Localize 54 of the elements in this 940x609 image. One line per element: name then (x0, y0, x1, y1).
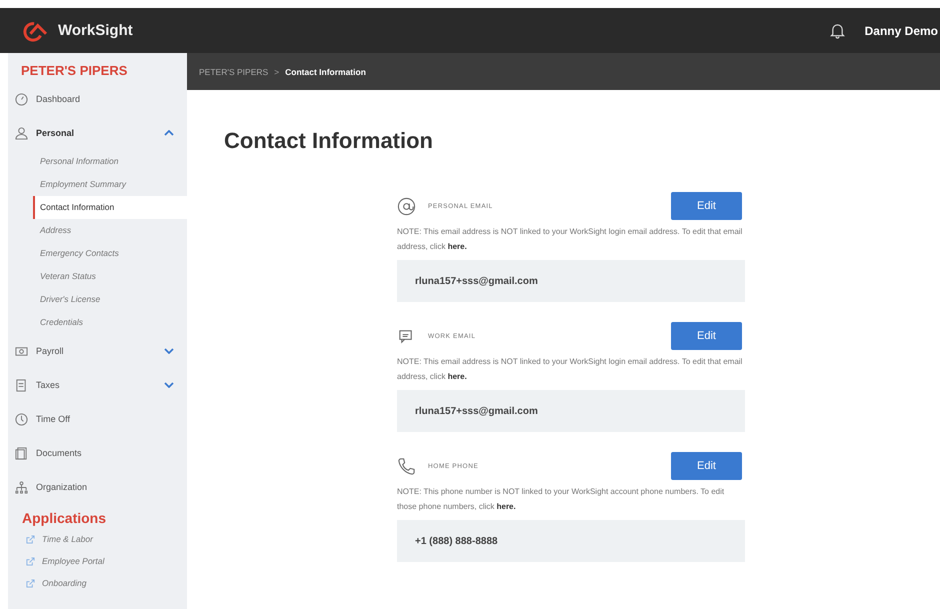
sidebar-subitem[interactable]: Contact Information (33, 196, 187, 219)
edit-button[interactable]: Edit (671, 322, 742, 350)
payroll-icon (15, 344, 28, 358)
external-link-icon (26, 556, 35, 566)
breadcrumb-separator: > (274, 66, 280, 76)
chevron-down-icon[interactable] (164, 382, 174, 388)
nav-item[interactable]: Dashboard (8, 82, 187, 116)
nav-item[interactable]: Documents (8, 436, 187, 470)
nav-item[interactable]: Time Off (8, 402, 187, 436)
page-title: Contact Information (224, 128, 434, 154)
clock-icon (15, 412, 28, 426)
company-name: PETER'S PIPERS (20, 63, 128, 80)
brand-name: WorkSight (58, 22, 133, 39)
dashboard-icon (15, 92, 28, 106)
at-sign-icon (397, 196, 416, 216)
application-link[interactable]: Time & Labor (42, 534, 93, 544)
nav-item[interactable]: Organization (8, 470, 187, 504)
here-link[interactable]: here. (448, 242, 467, 251)
sidebar-subitem[interactable]: Personal Information (8, 150, 187, 173)
sidebar-subitem[interactable]: Credentials (8, 311, 187, 334)
sidebar-subitem[interactable]: Driver's License (8, 288, 187, 311)
external-link-icon (26, 534, 35, 544)
here-link[interactable]: here. (496, 502, 516, 511)
section-heading: Applications (21, 509, 108, 528)
value-field: rluna157+sss@gmail.com (397, 260, 745, 302)
documents-icon (15, 446, 28, 460)
application-link[interactable]: Employee Portal (42, 556, 104, 566)
phone-icon (397, 456, 416, 476)
application-link[interactable]: Onboarding (42, 578, 86, 588)
nav-item[interactable]: Payroll (8, 334, 187, 368)
sidebar-subitem[interactable]: Employment Summary (8, 173, 187, 196)
note-text: NOTE: This phone number is NOT linked to your WorkSight account phone numbers. To edit those phone numbers, click here. (397, 486, 726, 513)
chevron-up-icon[interactable] (164, 130, 174, 136)
note-text: NOTE: This email address is NOT linked to your WorkSight login email address. To edit that email address, click here. (397, 356, 744, 383)
nav-item[interactable]: Personal (8, 116, 187, 150)
external-link-icon (26, 578, 35, 588)
edit-button[interactable]: Edit (671, 192, 742, 220)
user-name[interactable]: Danny Demo (864, 24, 938, 38)
breadcrumb-current: Contact Information (285, 66, 366, 76)
chevron-down-icon[interactable] (164, 348, 174, 354)
sidebar-subitem[interactable]: Emergency Contacts (8, 242, 187, 265)
breadcrumb-link[interactable]: PETER'S PIPERS (199, 66, 268, 76)
org-icon (15, 480, 28, 494)
sidebar-subitem[interactable]: Veteran Status (8, 265, 187, 288)
edit-button[interactable]: Edit (671, 452, 742, 480)
taxes-icon (15, 378, 28, 392)
note-text: NOTE: This email address is NOT linked to your WorkSight login email address. To edit that email address, click here. (397, 226, 744, 253)
value-field: rluna157+sss@gmail.com (397, 390, 745, 432)
bell-icon[interactable] (830, 22, 845, 39)
person-icon (15, 126, 28, 140)
here-link[interactable]: here. (448, 372, 467, 381)
nav-item[interactable]: Taxes (8, 368, 187, 402)
value-field: +1 (888) 888-8888 (397, 520, 745, 562)
sidebar-subitem[interactable]: Address (8, 219, 187, 242)
